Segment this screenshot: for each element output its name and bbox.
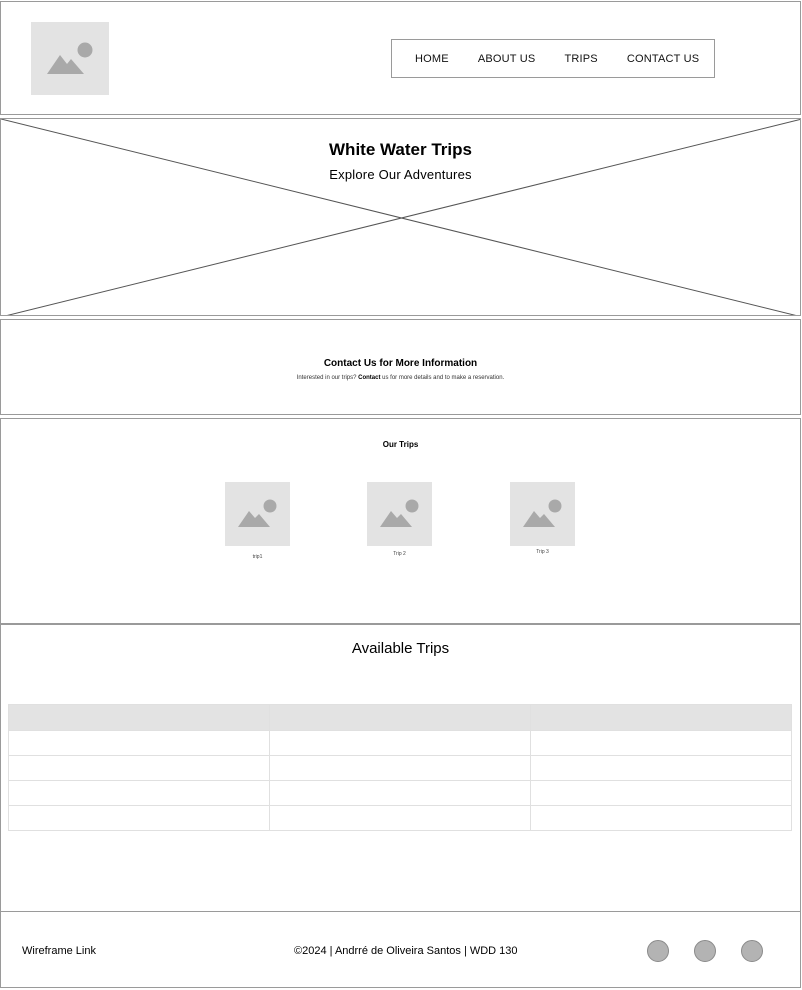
table-row — [8, 805, 792, 831]
table-cell — [8, 805, 270, 831]
trip-card[interactable]: Trip 2 — [367, 482, 432, 557]
table-header-cell — [530, 704, 792, 731]
nav-contact-link[interactable]: CONTACT US — [627, 53, 700, 65]
table-header-cell — [8, 704, 270, 731]
contact-link[interactable]: Contact — [358, 375, 380, 381]
image-icon — [523, 499, 562, 527]
social-icon[interactable] — [694, 940, 716, 962]
hero-title: White Water Trips — [329, 140, 472, 159]
contact-text-after: us for more details and to make a reserv… — [382, 375, 505, 381]
table-cell — [530, 755, 792, 781]
table-cell — [269, 755, 531, 781]
table-cell — [269, 805, 531, 831]
logo-image-placeholder[interactable] — [31, 22, 109, 95]
image-icon — [238, 499, 277, 527]
image-icon — [47, 42, 93, 74]
table-cell — [8, 755, 270, 781]
table-cell — [269, 780, 531, 806]
hero-subtitle: Explore Our Adventures — [329, 167, 472, 182]
trip-label: Trip 2 — [393, 551, 406, 557]
our-trips-section: Our Trips trip1 Trip 2 Trip 3 — [0, 418, 801, 624]
nav-about-link[interactable]: ABOUT US — [478, 53, 536, 65]
site-footer: Wireframe Link ©2024 | Andrré de Oliveir… — [0, 911, 801, 988]
trip-card[interactable]: trip1 — [225, 482, 290, 560]
table-header-row — [8, 704, 792, 731]
image-icon — [380, 499, 419, 527]
contact-title: Contact Us for More Information — [323, 358, 478, 369]
main-nav: HOME ABOUT US TRIPS CONTACT US — [391, 39, 715, 78]
available-trips-title: Available Trips — [351, 640, 450, 657]
table-row — [8, 780, 792, 806]
nav-home-link[interactable]: HOME — [415, 53, 449, 65]
footer-copyright: ©2024 | Andrré de Oliveira Santos | WDD … — [294, 945, 518, 957]
trip-image-placeholder — [510, 482, 575, 546]
table-row — [8, 730, 792, 756]
trip-label: trip1 — [252, 554, 263, 560]
hero-banner: White Water Trips Explore Our Adventures — [0, 118, 801, 316]
table-cell — [530, 780, 792, 806]
site-header: HOME ABOUT US TRIPS CONTACT US — [0, 1, 801, 115]
table-cell — [8, 780, 270, 806]
trip-image-placeholder — [367, 482, 432, 546]
contact-text-before: Interested in our trips? — [296, 375, 357, 381]
trips-table — [8, 704, 792, 831]
table-cell — [269, 730, 531, 756]
trip-image-placeholder — [225, 482, 290, 546]
available-trips-section: Available Trips — [0, 624, 801, 912]
table-header-cell — [269, 704, 531, 731]
trip-card[interactable]: Trip 3 — [510, 482, 575, 555]
table-cell — [530, 805, 792, 831]
contact-section: Contact Us for More Information Interest… — [0, 319, 801, 415]
table-row — [8, 755, 792, 781]
social-icon[interactable] — [647, 940, 669, 962]
table-cell — [8, 730, 270, 756]
trip-label: Trip 3 — [536, 549, 549, 555]
table-cell — [530, 730, 792, 756]
our-trips-title: Our Trips — [382, 440, 419, 449]
social-icon[interactable] — [741, 940, 763, 962]
wireframe-link[interactable]: Wireframe Link — [22, 945, 96, 957]
nav-trips-link[interactable]: TRIPS — [564, 53, 597, 65]
contact-text: Interested in our trips? Contact us for … — [1, 375, 800, 381]
